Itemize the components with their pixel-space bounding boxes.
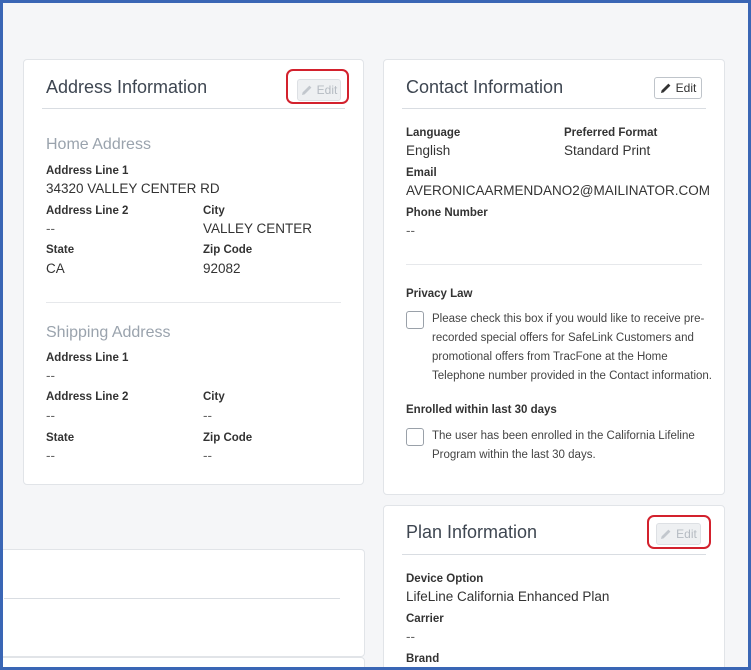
carrier-value: -- <box>406 629 415 644</box>
carrier-label: Carrier <box>406 613 444 625</box>
enrolled-text: The user has been enrolled in the Califo… <box>432 427 712 465</box>
contact-edit-button[interactable]: Edit <box>654 77 702 99</box>
home-address-heading: Home Address <box>46 136 151 153</box>
shipping-city-value: -- <box>203 408 212 423</box>
privacy-line: Telephone number provided in the Contact… <box>432 370 713 382</box>
home-zip-value: 92082 <box>203 261 241 276</box>
contact-title-rule <box>402 108 706 109</box>
email-value: AVERONICAARMENDANO2@MAILINATOR.COM <box>406 183 710 198</box>
home-city-value: VALLEY CENTER <box>203 221 313 236</box>
partial-left-card <box>3 549 365 657</box>
enrolled-line: The user has been enrolled in the Califo… <box>432 430 695 442</box>
language-value: English <box>406 143 451 158</box>
privacy-law-label: Privacy Law <box>406 288 473 300</box>
home-state-label: State <box>46 244 75 256</box>
enrolled-label: Enrolled within last 30 days <box>406 404 557 416</box>
shipping-zip-label: Zip Code <box>203 432 253 444</box>
email-label: Email <box>406 167 437 179</box>
shipping-zip-value: -- <box>203 448 212 463</box>
phone-value: -- <box>406 223 415 238</box>
partial-left-card-lower <box>3 657 365 667</box>
home-zip-label: Zip Code <box>203 244 253 256</box>
home-line2-value: -- <box>46 221 55 236</box>
address-title-rule <box>42 108 345 109</box>
plan-edit-highlight <box>647 515 711 549</box>
plan-title-rule <box>402 554 706 555</box>
home-city-label: City <box>203 205 225 217</box>
address-edit-highlight <box>286 69 349 104</box>
enrolled-line: Program within the last 30 days. <box>432 449 596 461</box>
privacy-line: promotional offers from TracFone at the … <box>432 351 668 363</box>
device-option-label: Device Option <box>406 573 484 585</box>
shipping-city-label: City <box>203 391 225 403</box>
shipping-state-value: -- <box>46 448 55 463</box>
device-option-value: LifeLine California Enhanced Plan <box>406 589 610 604</box>
shipping-line2-value: -- <box>46 408 55 423</box>
shipping-state-label: State <box>46 432 75 444</box>
plan-card-title: Plan Information <box>406 522 538 542</box>
phone-label: Phone Number <box>406 207 488 219</box>
contact-card-title: Contact Information <box>406 77 564 97</box>
shipping-line1-label: Address Line 1 <box>46 352 129 364</box>
address-card-title: Address Information <box>46 77 208 97</box>
partial-card-rule <box>4 598 340 599</box>
contact-edit-label: Edit <box>675 81 697 95</box>
privacy-line: recorded special offers for SafeLink Cus… <box>432 332 694 344</box>
address-information-card: Address Information Edit Home Address Ad… <box>23 59 364 485</box>
pencil-icon <box>660 83 671 93</box>
window-frame: Address Information Edit Home Address Ad… <box>0 0 751 670</box>
shipping-line1-value: -- <box>46 368 55 383</box>
privacy-law-text: Please check this box if you would like … <box>432 310 712 386</box>
enrolled-checkbox[interactable] <box>406 428 424 446</box>
home-line1-value: 34320 VALLEY CENTER RD <box>46 181 220 196</box>
language-label: Language <box>406 127 461 139</box>
contact-section-divider <box>406 264 702 265</box>
home-line2-label: Address Line 2 <box>46 205 129 217</box>
preferred-format-value: Standard Print <box>564 143 651 158</box>
privacy-law-checkbox[interactable] <box>406 311 424 329</box>
brand-label: Brand <box>406 653 440 665</box>
shipping-address-heading: Shipping Address <box>46 324 171 341</box>
address-section-divider <box>46 302 341 303</box>
shipping-line2-label: Address Line 2 <box>46 391 129 403</box>
home-line1-label: Address Line 1 <box>46 165 129 177</box>
privacy-line: Please check this box if you would like … <box>432 313 705 325</box>
contact-information-card: Contact Information Edit Language Englis… <box>383 59 725 495</box>
home-state-value: CA <box>46 261 65 276</box>
preferred-format-label: Preferred Format <box>564 127 658 139</box>
